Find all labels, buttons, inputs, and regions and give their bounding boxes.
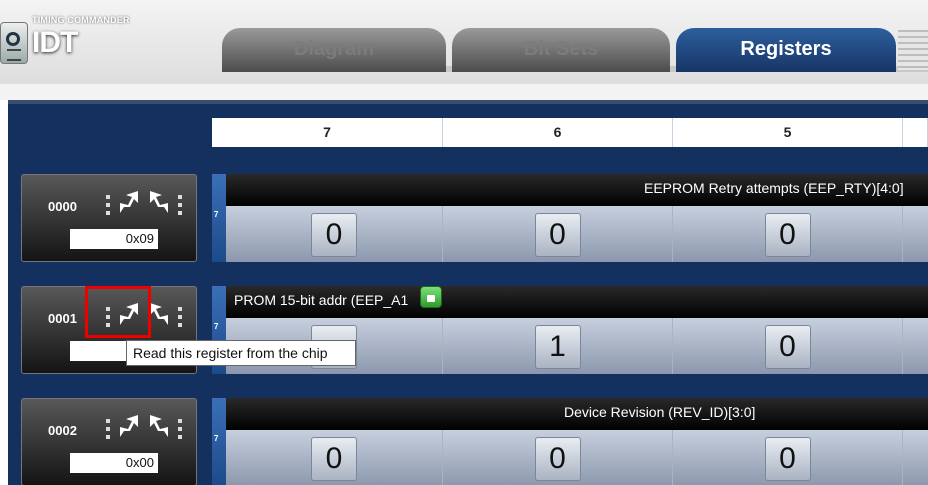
register-row: Device Revision (REV_ID)[3:0] 7 0 0 0 bbox=[212, 398, 928, 485]
register-address: 0000 bbox=[48, 199, 77, 214]
window-grip bbox=[898, 30, 928, 70]
bit-toggle[interactable]: 0 bbox=[534, 213, 581, 257]
row-strip: 7 bbox=[212, 398, 226, 485]
register-value-field[interactable]: 0x00 bbox=[70, 453, 158, 473]
bit-toggle[interactable]: 0 bbox=[311, 437, 357, 481]
bit-cell: 0 bbox=[443, 430, 673, 485]
column-header-bit-7: 7 bbox=[212, 118, 443, 147]
column-header-bit-6: 6 bbox=[443, 118, 673, 147]
bit-toggle[interactable]: 0 bbox=[764, 325, 811, 369]
register-address: 0001 bbox=[48, 311, 77, 326]
bit-cell bbox=[903, 430, 928, 485]
tab-diagram[interactable]: Diagram bbox=[222, 28, 446, 72]
bit-toggle[interactable]: 0 bbox=[534, 437, 581, 481]
register-address-box: 0002 0x00 bbox=[21, 398, 197, 485]
write-register-icon[interactable] bbox=[148, 191, 184, 221]
bit-cell bbox=[903, 206, 928, 262]
brand-name: TIMING COMMANDER bbox=[32, 15, 130, 25]
field-label: PROM 15-bit addr (EEP_A1 bbox=[234, 292, 409, 308]
bit-cell: 0 bbox=[673, 206, 903, 262]
field-label: EEPROM Retry attempts (EEP_RTY)[4:0] bbox=[644, 180, 904, 196]
bit-cell: 0 bbox=[673, 430, 903, 485]
tooltip: Read this register from the chip bbox=[126, 340, 356, 366]
app-logo-icon bbox=[0, 22, 28, 64]
brand-logo: IDT bbox=[32, 26, 78, 59]
read-register-icon[interactable] bbox=[106, 191, 142, 221]
bit-toggle[interactable]: 0 bbox=[764, 437, 811, 481]
unlock-icon[interactable] bbox=[420, 286, 442, 308]
bit-toggle[interactable]: 0 bbox=[311, 213, 357, 257]
bit-cell: 0 bbox=[673, 318, 903, 374]
app-header: TIMING COMMANDER IDT Diagram Bit Sets Re… bbox=[0, 0, 928, 100]
register-row: EEPROM Retry attempts (EEP_RTY)[4:0] 7 0… bbox=[212, 174, 928, 262]
register-address-box: 0000 0x09 bbox=[21, 174, 197, 262]
write-register-icon[interactable] bbox=[148, 415, 184, 445]
highlight-box bbox=[85, 286, 151, 338]
bit-cell: 0 bbox=[226, 430, 443, 485]
write-register-icon[interactable] bbox=[148, 303, 184, 333]
register-value-field[interactable]: 0x09 bbox=[70, 229, 158, 249]
bit-cell: 1 bbox=[443, 318, 673, 374]
row-strip: 7 bbox=[212, 174, 226, 262]
register-address: 0002 bbox=[48, 423, 77, 438]
header-separator bbox=[0, 84, 928, 100]
tab-registers[interactable]: Registers bbox=[676, 28, 896, 72]
tab-bit-sets[interactable]: Bit Sets bbox=[452, 28, 670, 72]
read-register-icon[interactable] bbox=[106, 415, 142, 445]
bit-cell: 0 bbox=[443, 206, 673, 262]
bit-toggle[interactable]: 0 bbox=[764, 213, 811, 257]
bit-toggle[interactable]: 1 bbox=[534, 325, 581, 369]
field-label: Device Revision (REV_ID)[3:0] bbox=[564, 404, 756, 420]
bit-cell: 0 bbox=[226, 206, 443, 262]
column-header-bit-4 bbox=[903, 118, 928, 147]
bit-cell bbox=[903, 318, 928, 374]
column-header-bit-5: 5 bbox=[673, 118, 903, 147]
